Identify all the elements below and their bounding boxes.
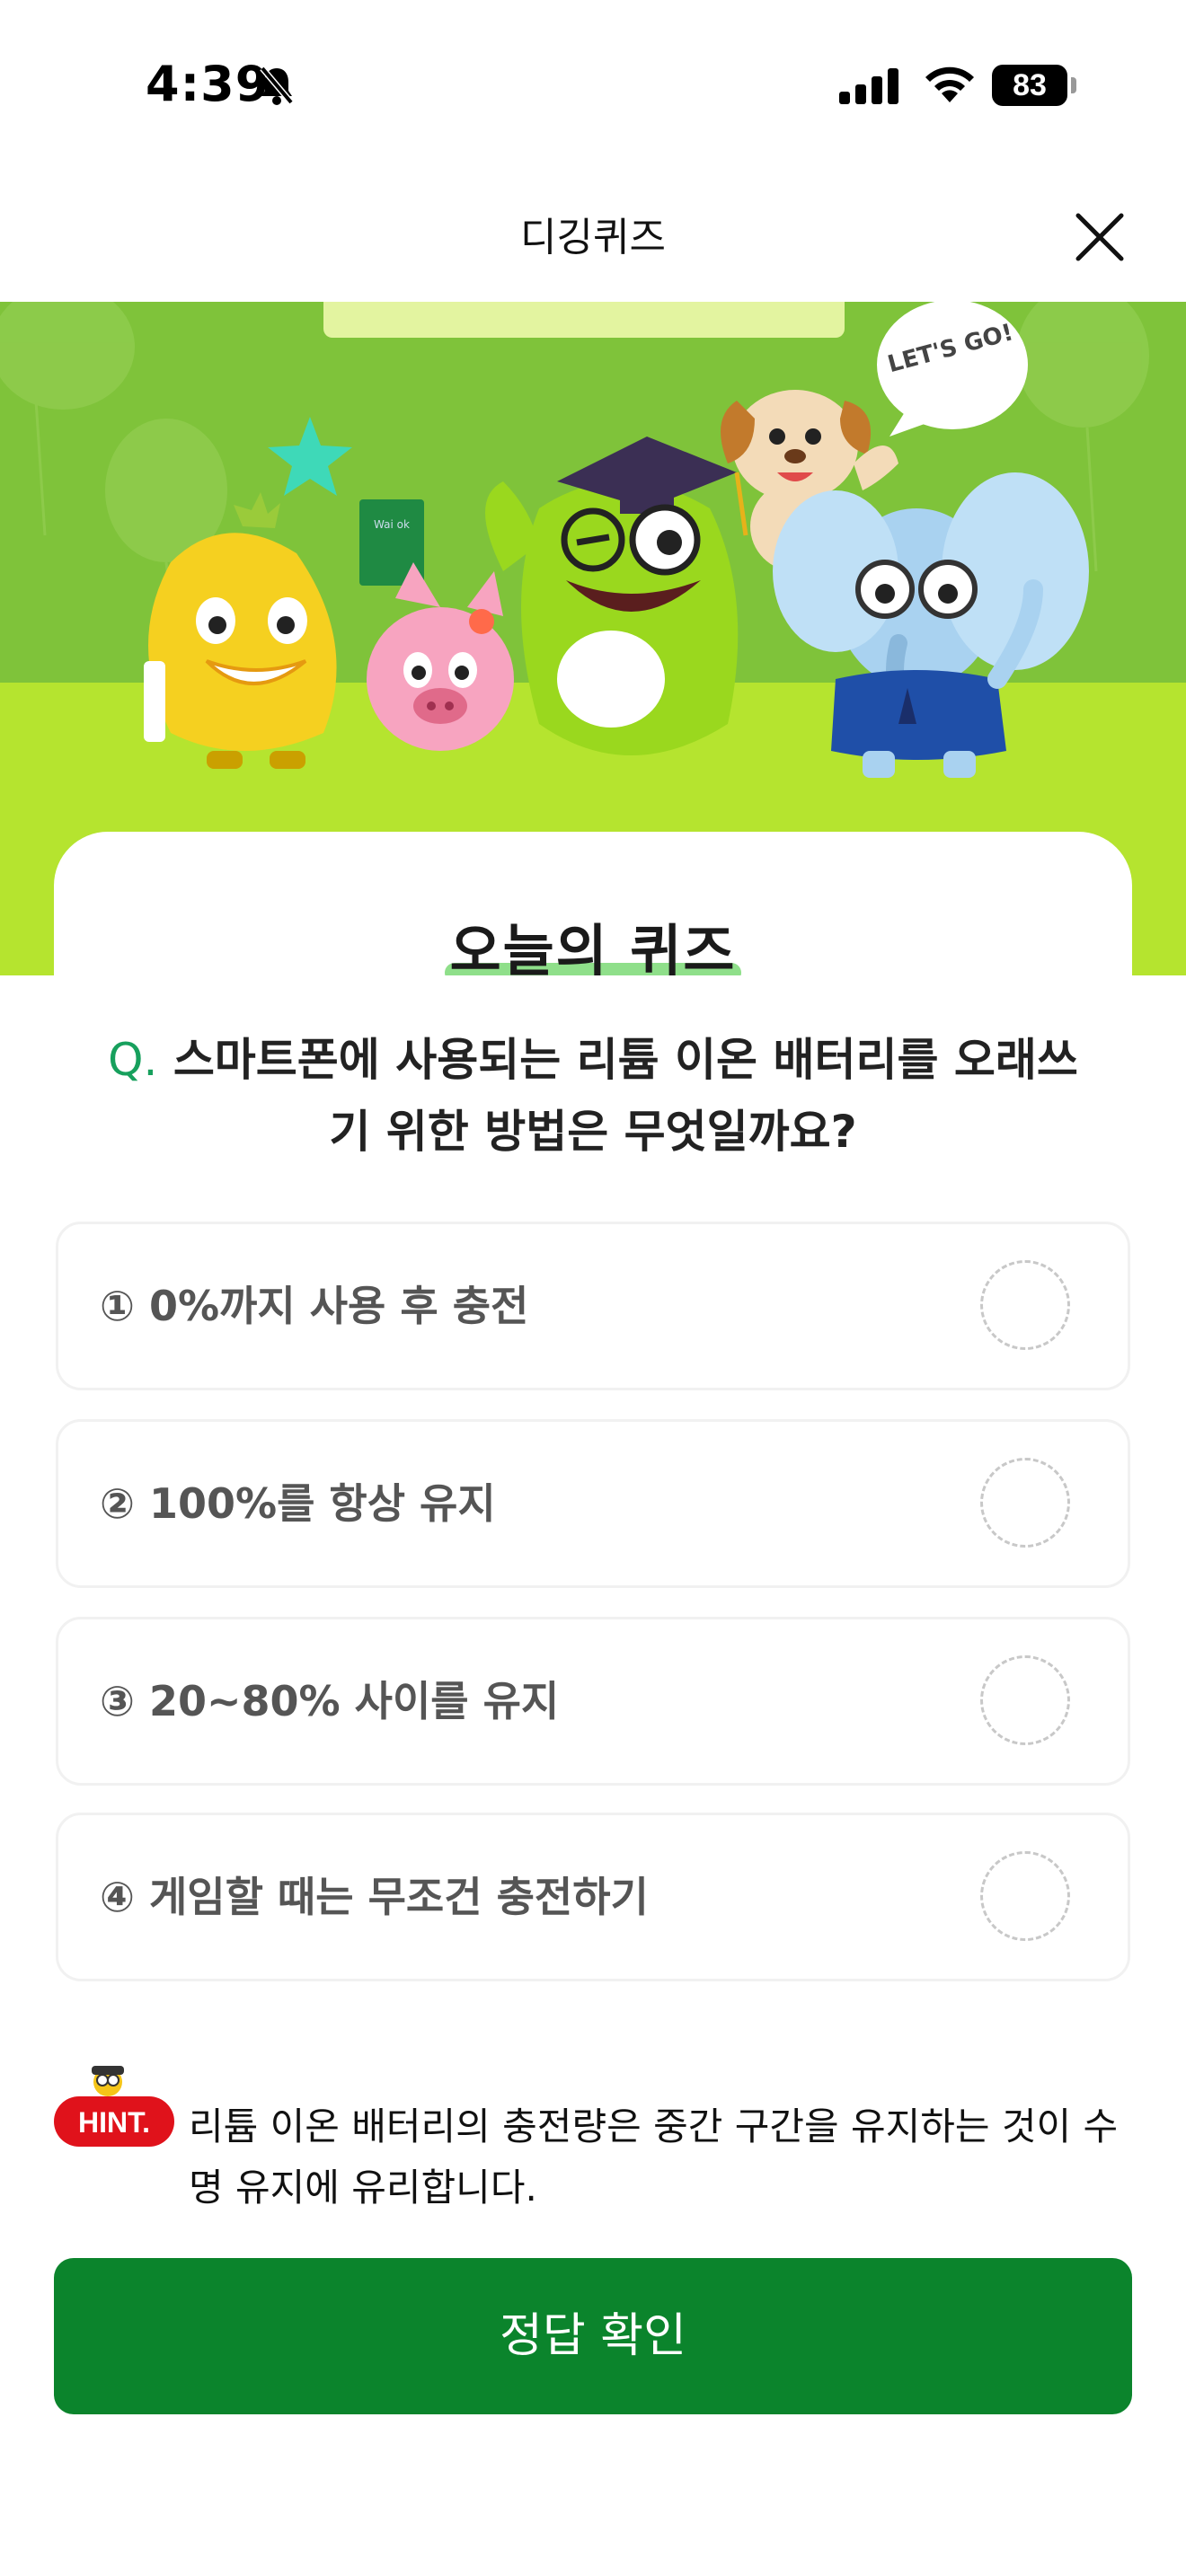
book-text: Wai ok bbox=[374, 518, 410, 531]
option-label: ① 0%까지 사용 후 충전 bbox=[100, 1282, 529, 1330]
radio-circle-icon[interactable] bbox=[980, 1655, 1070, 1745]
green-mascot-character bbox=[485, 437, 748, 755]
hint-text: 리튬 이온 배터리의 충전량은 중간 구간을 유지하는 것이 수명 유지에 유리… bbox=[189, 2104, 1119, 2210]
answer-option-4[interactable]: ④ 게임할 때는 무조건 충전하기 bbox=[56, 1813, 1130, 1981]
battery-icon: 83 bbox=[992, 65, 1076, 106]
bell-slash-icon bbox=[260, 66, 294, 105]
pink-pig-character bbox=[367, 562, 514, 751]
quiz-banner: LET'S GO! Wai ok 오늘의 퀴즈 bbox=[0, 302, 1186, 975]
speech-bubble: LET'S GO! bbox=[877, 302, 1028, 437]
question-prefix: Q. bbox=[108, 1034, 158, 1086]
radio-circle-icon[interactable] bbox=[980, 1851, 1070, 1941]
question-text: 스마트폰에 사용되는 리튬 이온 배터리를 오래쓰기 위한 방법은 무엇일까요? bbox=[173, 1034, 1078, 1158]
star-icon bbox=[268, 417, 352, 496]
radio-circle-icon[interactable] bbox=[980, 1260, 1070, 1350]
status-time: 4:39 bbox=[146, 56, 270, 112]
page-title: 디깅퀴즈 bbox=[520, 215, 666, 260]
check-answer-button[interactable]: 정답 확인 bbox=[54, 2258, 1132, 2414]
answer-option-2[interactable]: ② 100%를 항상 유지 bbox=[56, 1419, 1130, 1588]
option-label: ② 100%를 항상 유지 bbox=[100, 1479, 496, 1528]
quiz-question: Q. 스마트폰에 사용되는 리튬 이온 배터리를 오래쓰기 위한 방법은 무엇일… bbox=[108, 1024, 1078, 1168]
status-bar: 4:39 83 bbox=[0, 0, 1186, 171]
battery-percent: 83 bbox=[1013, 68, 1047, 102]
quiz-heading-text: 오늘의 퀴즈 bbox=[449, 918, 737, 975]
hint-badge-icon: HINT. bbox=[54, 2066, 174, 2147]
option-label: ③ 20~80% 사이를 유지 bbox=[100, 1677, 560, 1725]
quiz-card: 오늘의 퀴즈 bbox=[54, 832, 1132, 975]
quiz-heading-wrap: 오늘의 퀴즈 bbox=[54, 905, 1132, 975]
cellular-signal-icon bbox=[839, 68, 898, 104]
wifi-icon bbox=[925, 66, 974, 102]
answer-option-3[interactable]: ③ 20~80% 사이를 유지 bbox=[56, 1617, 1130, 1786]
nav-header: 디깅퀴즈 bbox=[0, 171, 1186, 302]
quiz-heading: 오늘의 퀴즈 bbox=[444, 905, 742, 975]
option-label: ④ 게임할 때는 무조건 충전하기 bbox=[100, 1873, 649, 1921]
elephant-character bbox=[773, 472, 1089, 778]
battery-cap bbox=[1071, 77, 1076, 93]
close-icon[interactable] bbox=[1066, 203, 1134, 271]
hint-badge-text: HINT. bbox=[78, 2106, 150, 2139]
answer-option-1[interactable]: ① 0%까지 사용 후 충전 bbox=[56, 1222, 1130, 1390]
radio-circle-icon[interactable] bbox=[980, 1458, 1070, 1548]
